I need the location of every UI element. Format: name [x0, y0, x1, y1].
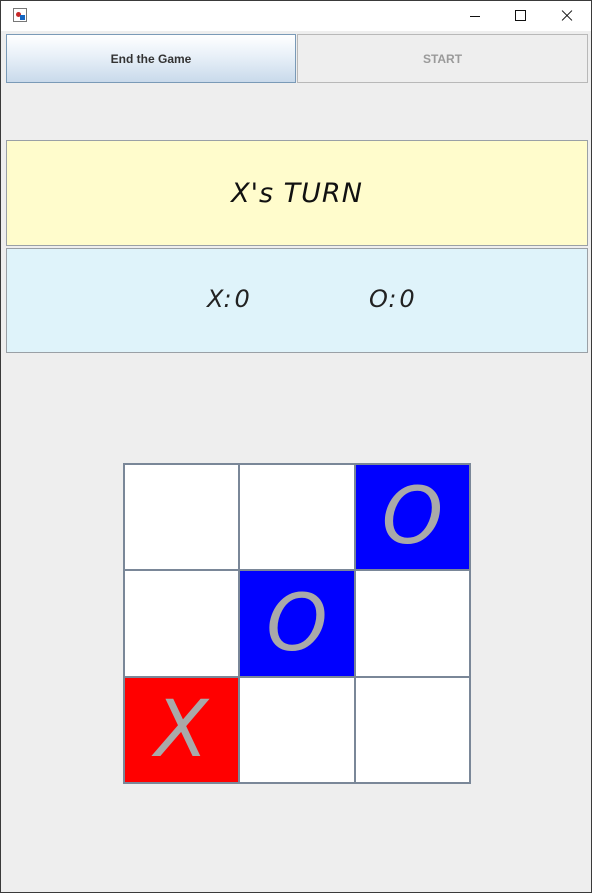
o-score-value: 0: [399, 285, 415, 313]
minimize-icon[interactable]: [452, 1, 498, 31]
x-score-label: X:: [207, 285, 232, 313]
o-score: O: 0: [369, 285, 415, 313]
board-cell[interactable]: X: [124, 677, 239, 783]
turn-panel: X's TURN: [6, 140, 588, 246]
board-cell[interactable]: O: [239, 570, 355, 677]
board-cell[interactable]: [124, 464, 239, 570]
start-button[interactable]: START: [297, 34, 588, 83]
score-panel: X: 0 O: 0: [6, 248, 588, 353]
close-icon[interactable]: [544, 1, 590, 31]
turn-label: X's TURN: [231, 177, 363, 209]
title-bar: [1, 1, 591, 31]
board-cell[interactable]: [355, 677, 470, 783]
board-cell[interactable]: [355, 570, 470, 677]
game-board: O O X: [123, 463, 471, 784]
x-score: X: 0: [207, 285, 250, 313]
game-window: End the Game START X's TURN X: 0 O: 0 O …: [0, 0, 592, 893]
board-cell[interactable]: [124, 570, 239, 677]
maximize-icon[interactable]: [498, 1, 544, 31]
x-score-value: 0: [234, 285, 250, 313]
o-score-label: O:: [369, 285, 397, 313]
board-cell[interactable]: [239, 677, 355, 783]
board-cell[interactable]: [239, 464, 355, 570]
java-icon: [13, 8, 27, 22]
end-game-button[interactable]: End the Game: [6, 34, 296, 83]
board-cell[interactable]: O: [355, 464, 470, 570]
